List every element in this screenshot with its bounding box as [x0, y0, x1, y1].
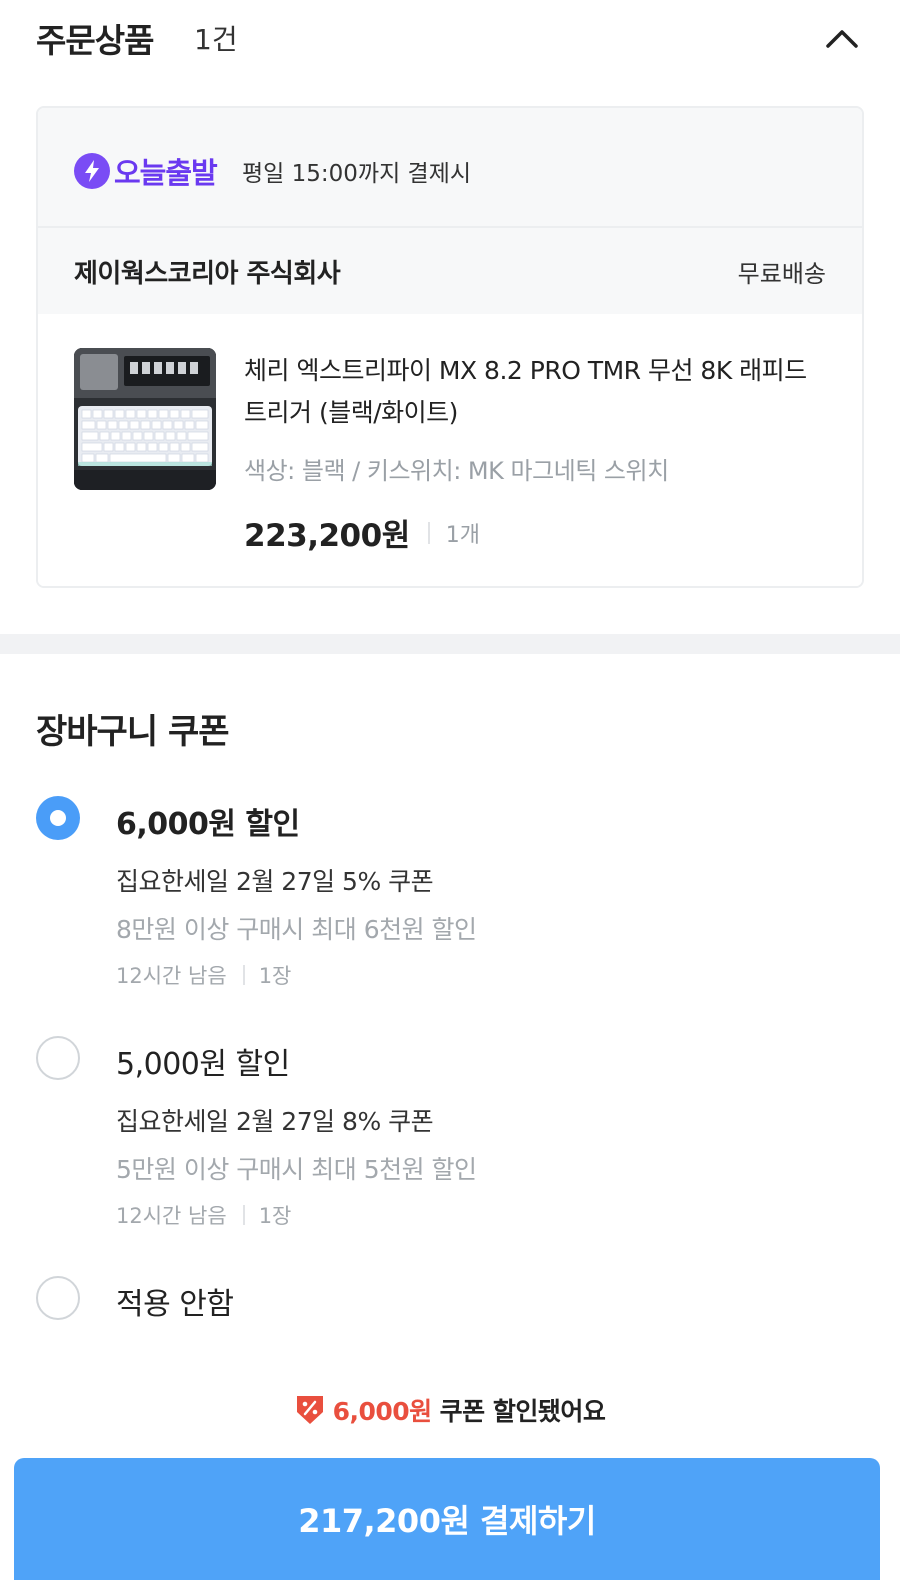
delivery-cutoff-note: 평일 15:00까지 결제시 [242, 161, 472, 187]
coupon-condition: 8만원 이상 구매시 최대 6천원 할인 [116, 915, 477, 944]
coupon-amount: 5,000원 할인 [116, 1047, 290, 1082]
today-dispatch-label: 오늘출발 [114, 156, 218, 190]
coupon-condition: 5만원 이상 구매시 최대 5천원 할인 [116, 1155, 477, 1184]
shipping-fee: 무료배송 [737, 260, 826, 288]
coupon-name: 집요한세일 2월 27일 5% 쿠폰 [116, 867, 434, 896]
coupon-option-2[interactable]: 5,000원 할인 집요한세일 2월 27일 8% 쿠폰 5만원 이상 구매시 … [36, 1036, 864, 1236]
cart-coupon-title: 장바구니 쿠폰 [36, 712, 230, 752]
chevron-up-icon [826, 30, 858, 48]
product-name: 체리 엑스트리파이 MX 8.2 PRO TMR 무선 8K 래피드 트리거 (… [244, 356, 807, 427]
coupon-name: 집요한세일 2월 27일 8% 쿠폰 [116, 1107, 434, 1136]
product-price-line: 223,200원 1개 [244, 510, 480, 555]
seller-row: 제이웍스코리아 주식회사 무료배송 [38, 228, 862, 314]
pay-button[interactable]: 217,200원 결제하기 [14, 1458, 880, 1580]
coupon-radio-none[interactable] [36, 1276, 80, 1320]
coupon-count: 1장 [258, 964, 292, 988]
coupon-option-none[interactable]: 적용 안함 [36, 1276, 864, 1326]
product-row[interactable]: 체리 엑스트리파이 MX 8.2 PRO TMR 무선 8K 래피드 트리거 (… [38, 314, 862, 586]
order-section-header: 주문상품 1건 [36, 0, 864, 76]
coupon-meta: 12시간 남음 1장 [116, 1200, 291, 1230]
divider [242, 965, 245, 985]
today-dispatch-badge: 오늘출발 [74, 150, 218, 192]
coupon-count: 1장 [258, 1204, 292, 1228]
divider [427, 521, 430, 544]
product-quantity: 1개 [445, 522, 480, 548]
product-option: 색상: 블랙 / 키스위치: MK 마그네틱 스위치 [244, 457, 669, 485]
coupon-radio-2[interactable] [36, 1036, 80, 1080]
coupon-amount: 6,000원 할인 [116, 807, 300, 842]
discount-arrow-icon [296, 1396, 323, 1424]
divider [242, 1205, 245, 1225]
discount-amount: 6,000원 [332, 1397, 433, 1426]
product-price: 223,200원 [244, 518, 410, 554]
order-item-count: 1건 [194, 23, 238, 56]
coupon-radio-1[interactable] [36, 796, 80, 840]
coupon-remaining-time: 12시간 남음 [116, 964, 227, 988]
product-thumbnail [74, 348, 216, 490]
coupon-none-label: 적용 안함 [116, 1287, 234, 1322]
discount-text: 쿠폰 할인됐어요 [439, 1397, 606, 1426]
order-section-title: 주문상품 [36, 21, 154, 60]
coupon-remaining-time: 12시간 남음 [116, 1204, 227, 1228]
section-divider [0, 634, 900, 654]
coupon-option-1[interactable]: 6,000원 할인 집요한세일 2월 27일 5% 쿠폰 8만원 이상 구매시 … [36, 796, 864, 996]
coupon-meta: 12시간 남음 1장 [116, 960, 291, 990]
collapse-button[interactable] [820, 20, 864, 56]
seller-name: 제이웍스코리아 주식회사 [74, 259, 341, 289]
order-item-card: 오늘출발 평일 15:00까지 결제시 제이웍스코리아 주식회사 무료배송 체리… [36, 106, 864, 588]
delivery-info-row: 오늘출발 평일 15:00까지 결제시 [38, 108, 862, 228]
discount-summary: 6,000원 쿠폰 할인됐어요 [0, 1392, 900, 1428]
lightning-icon [74, 153, 110, 189]
